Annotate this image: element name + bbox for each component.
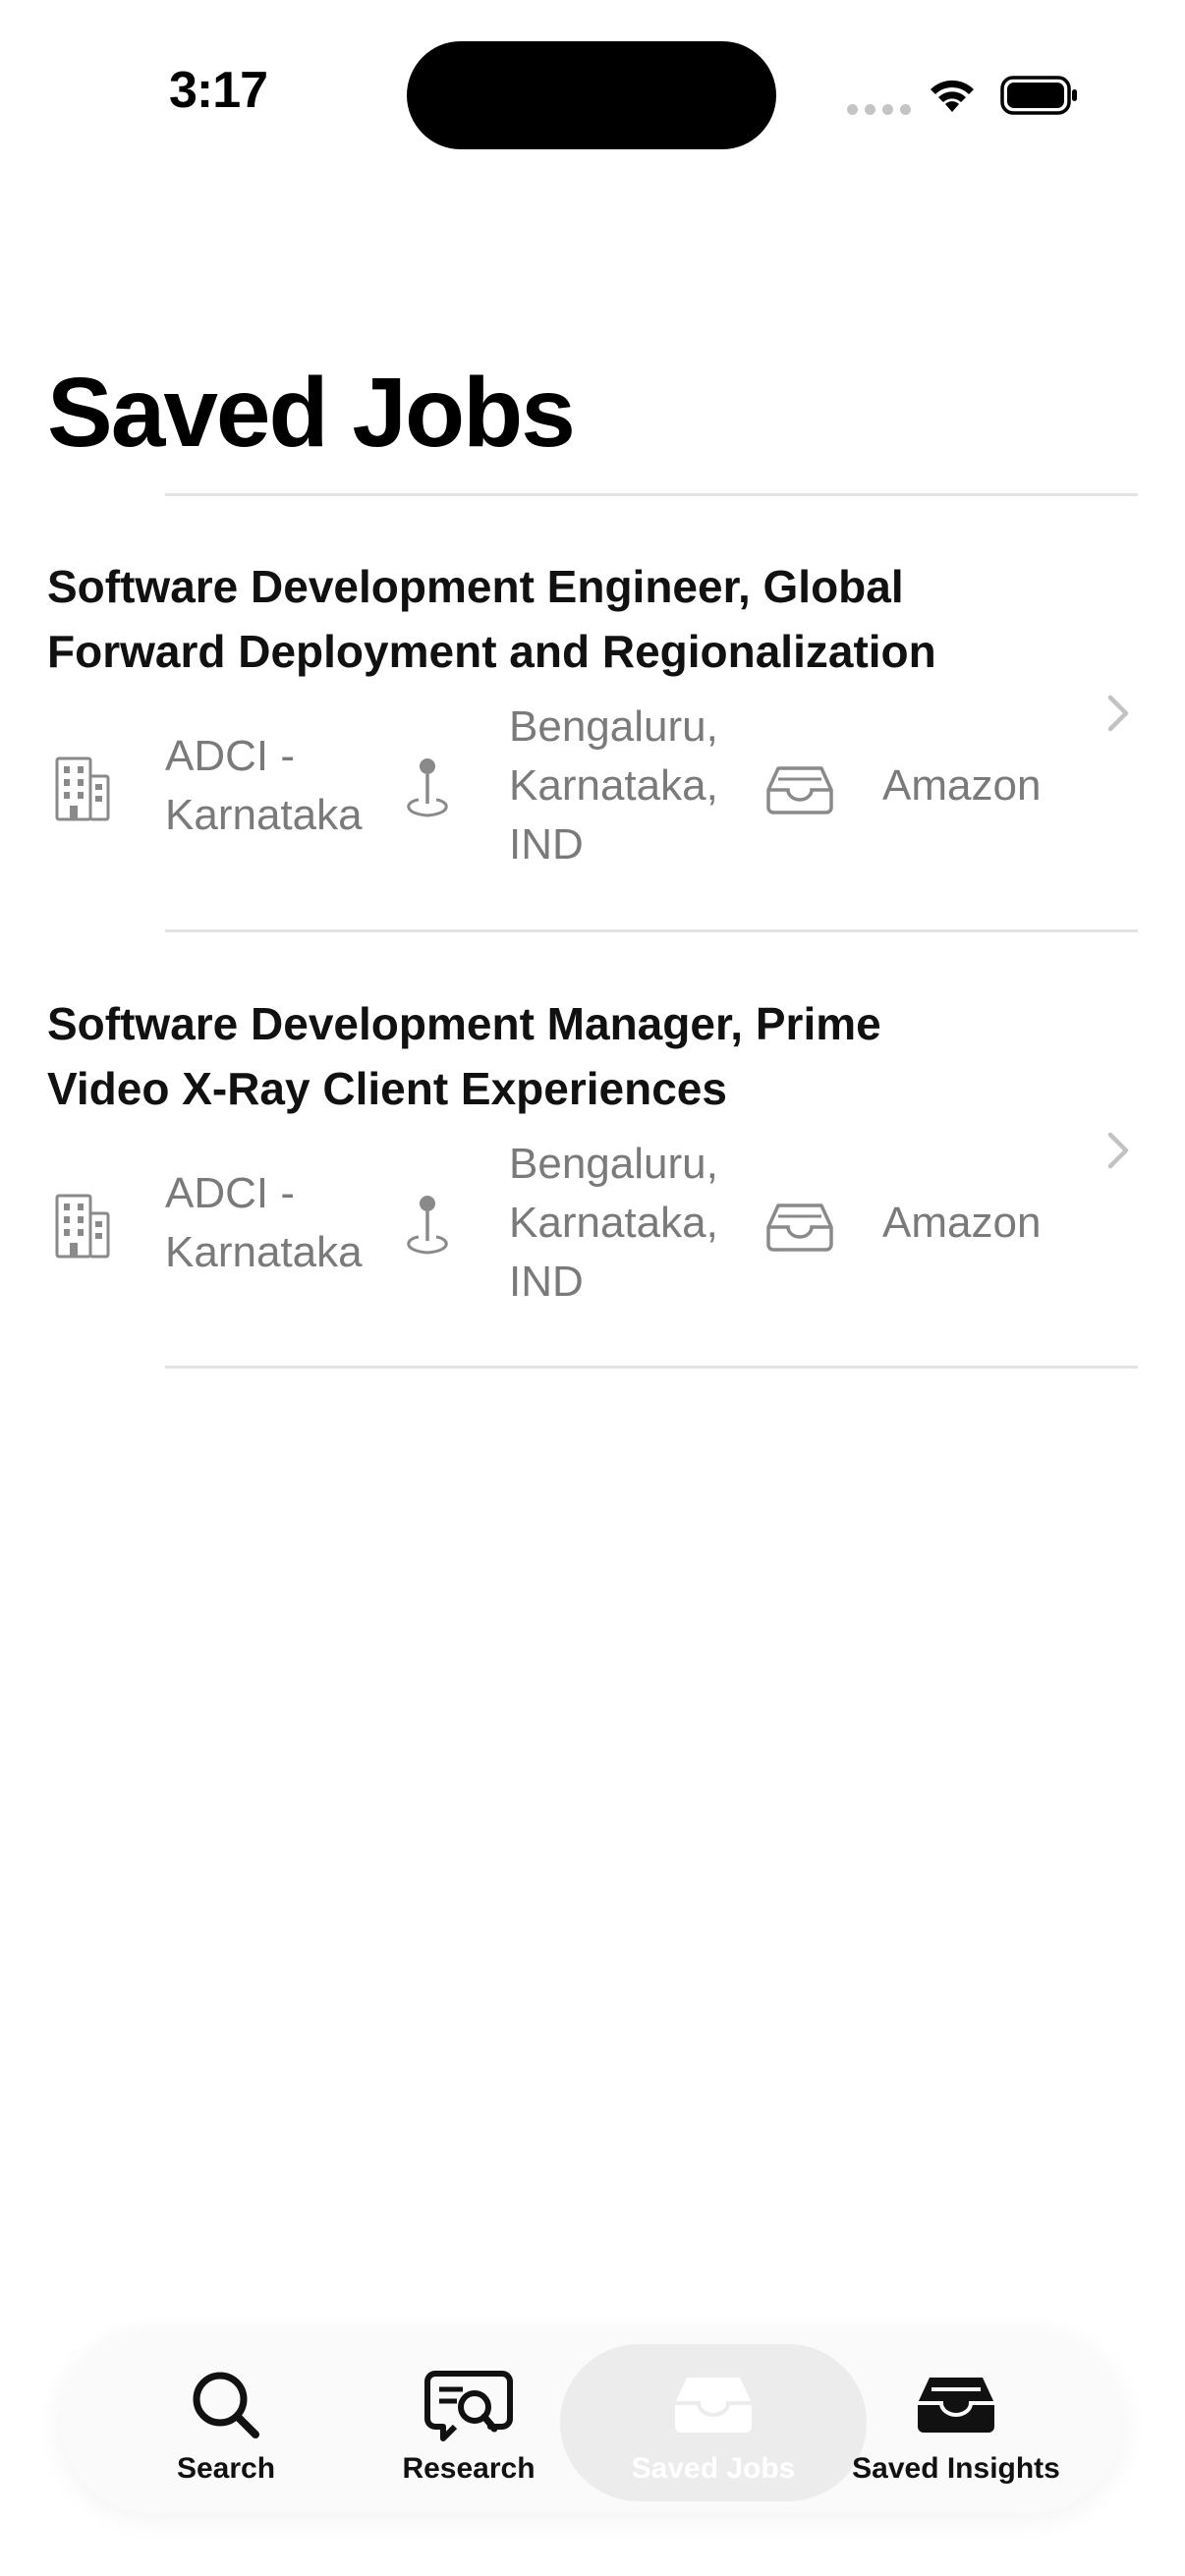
divider — [165, 1366, 1138, 1369]
tab-saved-jobs[interactable]: Saved Jobs — [586, 2358, 841, 2495]
tab-label: Saved Insights — [852, 2452, 1060, 2485]
job-office: ADCI - Karnataka — [165, 732, 363, 839]
cellular-signal-icon — [847, 104, 911, 115]
chevron-right-icon — [1107, 695, 1129, 732]
saved-jobs-screen: 3:17 Saved Jobs Software Development Eng… — [0, 0, 1185, 2576]
job-office: ADCI - Karnataka — [165, 1169, 363, 1276]
job-title-line: Software Development Manager, Prime — [47, 998, 881, 1049]
page-title: Saved Jobs — [47, 358, 576, 468]
magnifying-glass-icon — [193, 2372, 259, 2438]
saved-job-row[interactable]: Software Development Engineer, Global Fo… — [0, 554, 1185, 927]
job-location: Bengaluru, Karnataka, IND — [509, 702, 718, 868]
battery-icon — [1000, 76, 1077, 115]
tab-saved-insights[interactable]: Saved Insights — [828, 2358, 1084, 2495]
map-pin-icon — [407, 758, 448, 817]
tray-icon — [766, 1204, 833, 1252]
job-company: Amazon — [882, 761, 1042, 810]
tray-full-icon — [918, 2378, 994, 2433]
job-title-line: Software Development Engineer, Global — [47, 561, 904, 612]
job-title: Software Development Engineer, Global Fo… — [47, 554, 1049, 684]
status-time: 3:17 — [169, 62, 268, 119]
wifi-icon — [931, 80, 974, 112]
job-title: Software Development Manager, Prime Vide… — [47, 991, 1049, 1121]
job-company: Amazon — [882, 1199, 1042, 1247]
job-title-line: Video X-Ray Client Experiences — [47, 1063, 727, 1114]
job-title-line: Forward Deployment and Regionalization — [47, 626, 936, 677]
job-location: Bengaluru, Karnataka, IND — [509, 1140, 718, 1306]
tray-icon — [766, 766, 833, 814]
building-icon — [55, 756, 110, 821]
tab-research[interactable]: Research — [341, 2358, 596, 2495]
divider — [165, 929, 1138, 932]
text-magnifier-bubble-icon — [424, 2371, 513, 2441]
tab-search[interactable]: Search — [98, 2358, 354, 2495]
building-icon — [55, 1194, 110, 1259]
map-pin-icon — [407, 1196, 448, 1255]
tray-icon — [675, 2378, 752, 2433]
divider — [165, 493, 1138, 496]
chevron-right-icon — [1107, 1132, 1129, 1169]
dynamic-island — [407, 41, 776, 149]
saved-job-row[interactable]: Software Development Manager, Prime Vide… — [0, 991, 1185, 1365]
